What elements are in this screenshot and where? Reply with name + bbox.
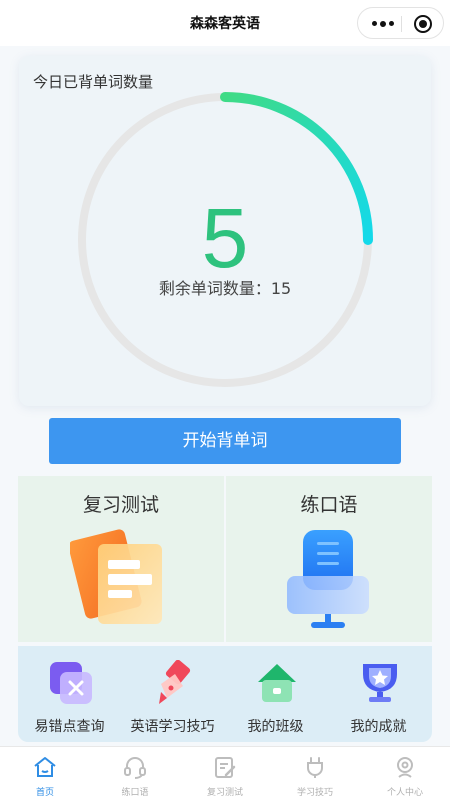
start-memorize-button[interactable]: 开始背单词 (49, 418, 401, 464)
pen-icon (159, 660, 191, 704)
navigation-bar: 森森客英语 (0, 0, 450, 46)
class-house-icon (258, 664, 296, 702)
tab-profile-label: 个人中心 (386, 788, 423, 798)
tab-speaking-label: 练口语 (121, 788, 149, 798)
tab-profile[interactable]: 个人中心 (360, 747, 450, 800)
tab-review[interactable]: 复习测试 (180, 747, 270, 800)
speaking-practice-tile[interactable]: 练口语 (226, 476, 432, 642)
plug-icon (307, 757, 323, 778)
user-icon (397, 757, 413, 778)
tab-speaking[interactable]: 练口语 (90, 747, 180, 800)
miniprogram-capsule (357, 7, 444, 39)
review-test-title: 复习测试 (82, 494, 159, 516)
tab-review-label: 复习测试 (206, 788, 243, 798)
speaking-practice-title: 练口语 (300, 494, 358, 516)
cards-icon (70, 529, 162, 624)
error-query-icon (50, 662, 92, 704)
tab-tips[interactable]: 学习技巧 (270, 747, 360, 800)
trophy-icon (363, 664, 397, 702)
tab-home[interactable]: 首页 (0, 747, 90, 800)
study-tips-link[interactable]: 英语学习技巧 (121, 646, 224, 742)
learned-count: 5 (201, 191, 249, 285)
quick-links-row: 易错点查询 英语学习技巧 我的班级 我的成就 (18, 646, 432, 742)
bottom-tab-bar: 首页 练口语 复习测试 学习技巧 个人中心 (0, 746, 450, 800)
error-query-link[interactable]: 易错点查询 (18, 646, 121, 742)
my-class-link[interactable]: 我的班级 (224, 646, 327, 742)
achievements-label: 我的成就 (350, 719, 407, 735)
achievements-link[interactable]: 我的成就 (327, 646, 430, 742)
capsule-divider (401, 16, 402, 32)
tab-home-label: 首页 (35, 788, 54, 798)
remaining-words: 剩余单词数量：15 (158, 279, 292, 298)
home-icon (34, 757, 56, 777)
more-icon[interactable] (372, 20, 396, 27)
headset-icon (124, 757, 146, 779)
microphone-icon (287, 530, 369, 628)
review-test-tile[interactable]: 复习测试 (18, 476, 224, 642)
edit-note-icon (215, 757, 236, 778)
close-target-icon[interactable] (414, 15, 432, 33)
daily-progress-card: 今日已背单词数量 5 剩余单词数量：15 (19, 56, 431, 406)
tab-tips-label: 学习技巧 (296, 788, 333, 798)
